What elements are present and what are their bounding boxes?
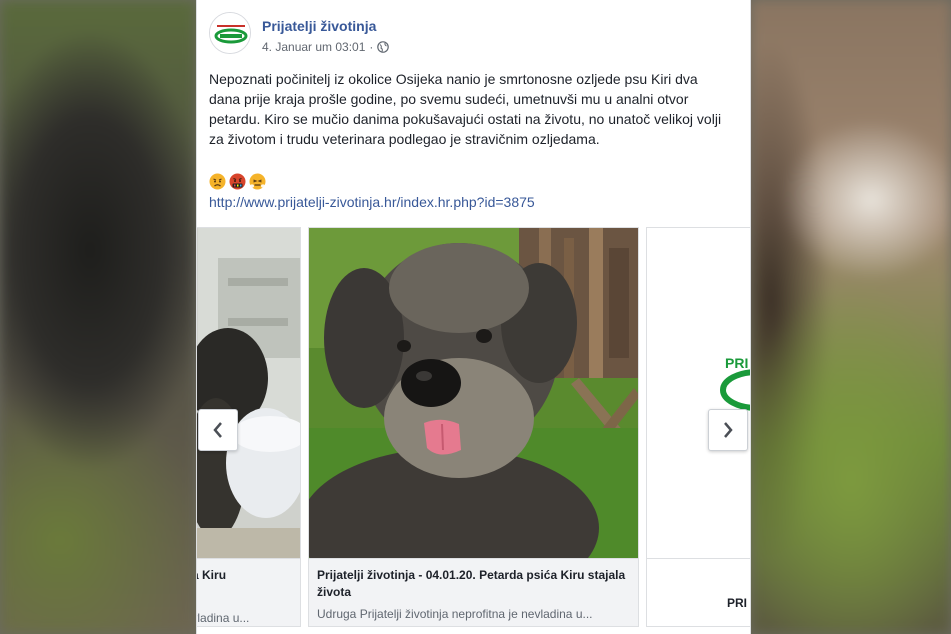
card-caption: Prijatelji životinja - 04.01.20. Petarda… — [309, 558, 638, 626]
post-meta: 4. Januar um 03:01 · — [262, 40, 390, 54]
emoji-row — [209, 173, 266, 193]
background-right — [751, 0, 951, 634]
avatar[interactable] — [209, 12, 251, 54]
card-subtitle: e nevladina u... — [197, 611, 250, 625]
card-subtitle: Udruga Prijatelji životinja neprofitna j… — [317, 607, 593, 621]
card-title[interactable]: Prijatelji životinja - 04.01.20. Petarda… — [317, 567, 630, 601]
card-title: PRI — [727, 596, 748, 610]
post-header: Prijatelji životinja 4. Januar um 03:01 … — [209, 12, 729, 58]
meta-separator: · — [369, 40, 374, 54]
card-title: psića Kiru — [197, 568, 227, 582]
logo-icon — [210, 13, 250, 53]
card-caption: PRI — [647, 558, 750, 626]
facebook-post: Prijatelji životinja 4. Januar um 03:01 … — [196, 0, 751, 634]
carousel-next-button[interactable] — [708, 409, 748, 451]
card-caption: psića Kiru e nevladina u... — [197, 558, 300, 626]
card-image-dog — [309, 228, 638, 558]
cursing-face-icon — [229, 173, 246, 190]
angry-face-icon — [209, 173, 226, 190]
frustrated-face-icon — [249, 173, 266, 190]
carousel-prev-button[interactable] — [198, 409, 238, 451]
card-image-bucket — [197, 228, 300, 558]
post-text: Nepoznati počinitelj iz okolice Osijeka … — [209, 71, 722, 147]
page-name-link[interactable]: Prijatelji životinja — [262, 18, 376, 34]
svg-text:PRI: PRI — [725, 355, 748, 371]
post-link[interactable]: http://www.prijatelji-zivotinja.hr/index… — [209, 194, 535, 210]
card-image-logo: PRI — [647, 228, 750, 558]
post-timestamp[interactable]: 4. Januar um 03:01 — [262, 40, 365, 54]
link-carousel: psića Kiru e nevladina u... — [197, 227, 750, 634]
background-left — [0, 0, 196, 634]
globe-icon[interactable] — [377, 41, 390, 53]
carousel-card-main[interactable]: Prijatelji životinja - 04.01.20. Petarda… — [308, 227, 639, 627]
chevron-left-icon — [213, 422, 222, 438]
chevron-right-icon — [724, 422, 733, 438]
